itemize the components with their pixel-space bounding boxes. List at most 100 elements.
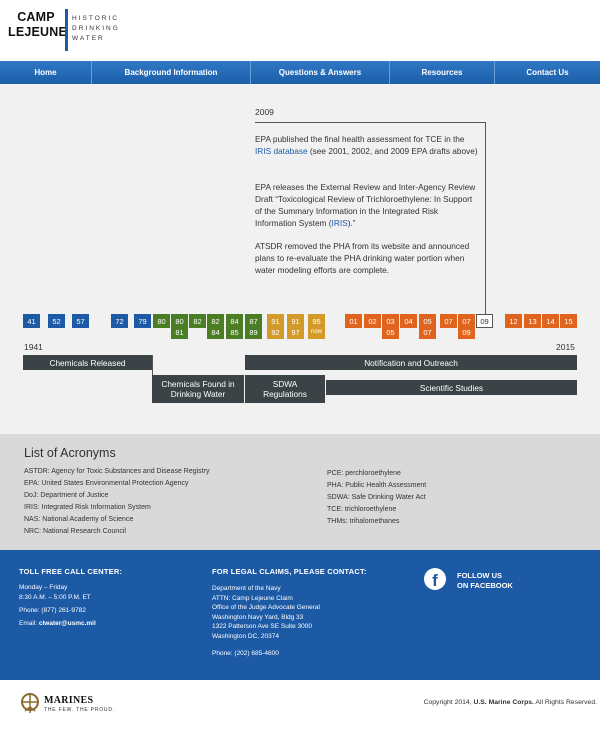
nav-home[interactable]: Home bbox=[0, 61, 92, 84]
logo-line2: LEJEUNE bbox=[8, 25, 68, 39]
nav-questions-answers[interactable]: Questions & Answers bbox=[251, 61, 390, 84]
phase-notification-outreach[interactable]: Notification and Outreach bbox=[245, 355, 577, 370]
logo-divider bbox=[65, 9, 68, 51]
year-box-02[interactable]: 02 bbox=[364, 314, 381, 328]
phase-chemicals-released[interactable]: Chemicals Released bbox=[23, 355, 152, 370]
year-box-92[interactable]: 92 bbox=[267, 325, 284, 339]
acronym-item: NRC: National Research Council bbox=[24, 528, 126, 535]
year-box-89[interactable]: 89 bbox=[245, 325, 262, 339]
logo-subtitle: HISTORIC DRINKING WATER bbox=[72, 14, 120, 44]
nav-background-information[interactable]: Background Information bbox=[92, 61, 251, 84]
year-box-07[interactable]: 07 bbox=[440, 314, 457, 328]
email-link[interactable]: clwater@usmc.mil bbox=[39, 620, 96, 627]
nav-contact-us[interactable]: Contact Us bbox=[495, 61, 600, 84]
acronym-item: NAS: National Academy of Science bbox=[24, 516, 134, 523]
year-box-81[interactable]: 81 bbox=[171, 325, 188, 339]
main-nav: Home Background Information Questions & … bbox=[0, 61, 600, 84]
acronyms-title: List of Acronyms bbox=[24, 446, 116, 460]
year-box-85[interactable]: 85 bbox=[226, 325, 243, 339]
callout-rule bbox=[255, 122, 485, 123]
acronym-item: THMs: trihalomethanes bbox=[327, 518, 400, 525]
callout-connector bbox=[485, 122, 486, 314]
address-line: Washington DC, 20374 bbox=[212, 632, 279, 640]
year-box-80[interactable]: 80 bbox=[153, 314, 170, 328]
phase-sdwa-regulations[interactable]: SDWA Regulations bbox=[245, 375, 325, 403]
address-line: Office of the Judge Advocate General bbox=[212, 604, 320, 611]
year-box-82[interactable]: 82 bbox=[189, 314, 206, 328]
year-box-15[interactable]: 15 bbox=[560, 314, 577, 328]
legal-phone: Phone: (202) 685-4600 bbox=[212, 650, 279, 657]
phase-tick bbox=[152, 355, 153, 375]
address-line: Department of the Navy bbox=[212, 585, 281, 592]
hours-times: 8:30 A.M. – 5:00 P.M. ET bbox=[19, 593, 91, 601]
callout-p1-text: EPA published the final health assessmen… bbox=[255, 134, 465, 144]
copyright-suffix: All Rights Reserved. bbox=[533, 699, 597, 706]
timeline-end-year: 2015 bbox=[556, 342, 575, 352]
facebook-icon[interactable]: f bbox=[424, 568, 446, 590]
year-box-12[interactable]: 12 bbox=[505, 314, 522, 328]
follow-line1: FOLLOW US bbox=[457, 571, 502, 580]
logo-line1: CAMP bbox=[17, 10, 55, 24]
logo-small-line2: DRINKING bbox=[72, 25, 120, 32]
callout-p2-text-after: ).” bbox=[347, 218, 356, 228]
address-line: 1322 Patterson Ave SE Suite 3000 bbox=[212, 623, 312, 630]
phase-sdwa-line1: SDWA bbox=[272, 379, 298, 389]
follow-line2: ON FACEBOOK bbox=[457, 580, 513, 590]
acronym-item: EPA: United States Environmental Protect… bbox=[24, 480, 189, 487]
callout-paragraph-3: ATSDR removed the PHA from its website a… bbox=[255, 241, 470, 275]
phase-scientific-studies[interactable]: Scientific Studies bbox=[326, 380, 577, 395]
phase-found-line1: Chemicals Found in bbox=[161, 379, 235, 389]
callout-paragraph-1: EPA published the final health assessmen… bbox=[255, 133, 480, 157]
year-box-now[interactable]: now bbox=[308, 325, 325, 339]
site-header: CAMP LEJEUNE HISTORIC DRINKING WATER bbox=[0, 0, 600, 61]
copyright-prefix: Copyright 2014, bbox=[423, 699, 474, 706]
year-box-79[interactable]: 79 bbox=[134, 314, 151, 328]
year-box-05b[interactable]: 05 bbox=[382, 325, 399, 339]
timeline-section: 2009 EPA published the final health asse… bbox=[0, 84, 600, 434]
follow-facebook-link[interactable]: FOLLOW US ON FACEBOOK bbox=[457, 571, 513, 590]
email-label: Email: bbox=[19, 620, 39, 627]
address-line: Washington Navy Yard, Bldg 33 bbox=[212, 613, 304, 621]
year-box-04[interactable]: 04 bbox=[400, 314, 417, 328]
year-box-52[interactable]: 52 bbox=[48, 314, 65, 328]
year-box-01[interactable]: 01 bbox=[345, 314, 362, 328]
call-center-heading: TOLL FREE CALL CENTER: bbox=[19, 567, 123, 576]
copyright: Copyright 2014, U.S. Marine Corps. All R… bbox=[424, 699, 597, 706]
callout-p2-text: EPA releases the External Review and Int… bbox=[255, 182, 476, 228]
year-box-84[interactable]: 84 bbox=[207, 325, 224, 339]
callout-p1-text-after: (see 2001, 2002, and 2009 EPA drafts abo… bbox=[307, 146, 478, 156]
acronym-item: DoJ: Department of Justice bbox=[24, 492, 109, 499]
year-box-41[interactable]: 41 bbox=[23, 314, 40, 328]
nav-resources[interactable]: Resources bbox=[390, 61, 495, 84]
year-box-07b[interactable]: 07 bbox=[419, 325, 436, 339]
year-box-57[interactable]: 57 bbox=[72, 314, 89, 328]
logo-small-line1: HISTORIC bbox=[72, 15, 119, 22]
marines-tagline: THE FEW. THE PROUD. bbox=[44, 707, 115, 713]
year-box-09b[interactable]: 09 bbox=[458, 325, 475, 339]
acronym-item: IRIS: Integrated Risk Information System bbox=[24, 504, 151, 511]
phase-chemicals-found[interactable]: Chemicals Found in Drinking Water bbox=[152, 375, 244, 403]
hours-days: Monday – Friday bbox=[19, 584, 68, 591]
acronym-item: PCE: perchloroethylene bbox=[327, 470, 401, 477]
iris-database-link[interactable]: IRIS database bbox=[255, 146, 308, 156]
acronyms-section: List of Acronyms ASTDR: Agency for Toxic… bbox=[0, 434, 600, 550]
legal-address: Department of the Navy ATTN: Camp Lejeun… bbox=[212, 584, 320, 641]
year-box-72[interactable]: 72 bbox=[111, 314, 128, 328]
call-center-email: Email: clwater@usmc.mil bbox=[19, 619, 96, 629]
phase-sdwa-line2: Regulations bbox=[263, 389, 307, 399]
acronym-item: SDWA: Safe Drinking Water Act bbox=[327, 494, 426, 501]
marines-wordmark[interactable]: MARINES bbox=[44, 695, 93, 706]
acronyms-left-list: ASTDR: Agency for Toxic Substances and D… bbox=[24, 466, 209, 538]
year-box-97[interactable]: 97 bbox=[287, 325, 304, 339]
site-logo[interactable]: CAMP LEJEUNE bbox=[8, 10, 68, 40]
callout-paragraph-2: EPA releases the External Review and Int… bbox=[255, 181, 480, 229]
year-box-09-selected[interactable]: 09 bbox=[476, 314, 493, 328]
logo-small-line3: WATER bbox=[72, 35, 105, 42]
iris-link[interactable]: IRIS bbox=[332, 218, 348, 228]
acronym-item: TCE: trichloroethylene bbox=[327, 506, 397, 513]
marines-emblem-icon bbox=[21, 693, 39, 713]
acronyms-right-list: PCE: perchloroethylene PHA: Public Healt… bbox=[327, 468, 426, 528]
year-box-14[interactable]: 14 bbox=[542, 314, 559, 328]
acronym-item: ASTDR: Agency for Toxic Substances and D… bbox=[24, 468, 210, 475]
year-box-13[interactable]: 13 bbox=[524, 314, 541, 328]
